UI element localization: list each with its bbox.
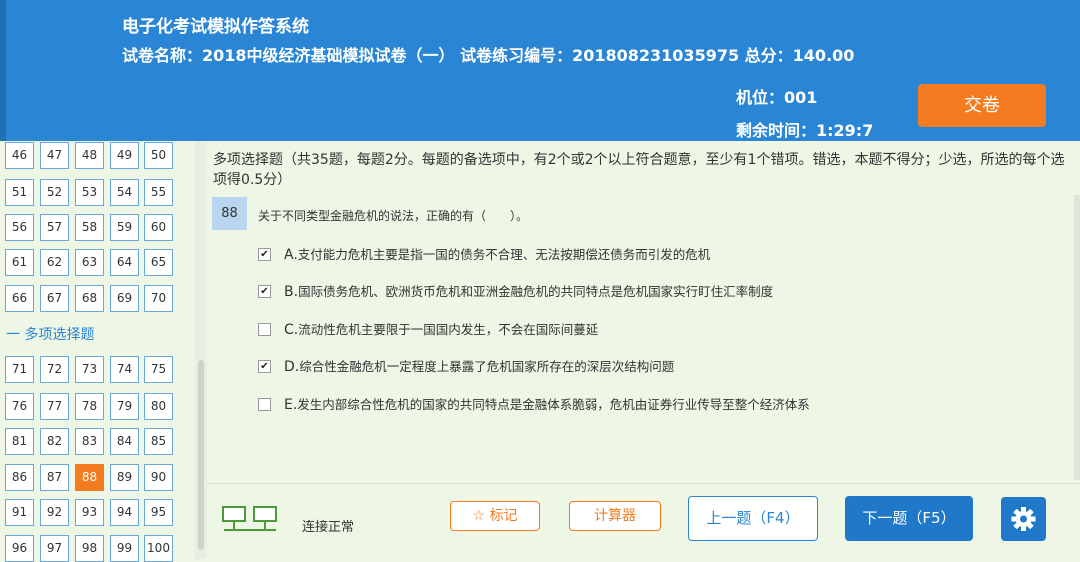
option-letter: E. — [284, 397, 298, 413]
option-letter: D. — [284, 359, 300, 375]
option-text: 国际债务危机、欧洲货币危机和亚洲金融危机的共同特点是危机国家实行盯住汇率制度 — [298, 284, 774, 299]
question-number-86[interactable]: 86 — [5, 464, 34, 491]
question-number-97[interactable]: 97 — [40, 535, 69, 562]
navigator-scroll-thumb[interactable] — [198, 360, 204, 550]
option-checkbox[interactable] — [258, 398, 271, 411]
question-number-50[interactable]: 50 — [144, 142, 173, 169]
question-number-81[interactable]: 81 — [5, 428, 34, 455]
question-number-57[interactable]: 57 — [40, 214, 69, 241]
question-number-89[interactable]: 89 — [110, 464, 139, 491]
question-number-61[interactable]: 61 — [5, 249, 34, 276]
question-number-85[interactable]: 85 — [144, 428, 173, 455]
answer-option-c[interactable]: C.流动性危机主要限于一国国内发生，不会在国际间蔓延 — [258, 319, 598, 338]
question-number-88[interactable]: 88 — [75, 464, 104, 491]
question-text: 关于不同类型金融危机的说法，正确的有（ ）。 — [258, 209, 529, 223]
question-number-79[interactable]: 79 — [110, 393, 139, 420]
question-number-100[interactable]: 100 — [144, 535, 173, 562]
header-accent — [0, 0, 6, 141]
settings-button[interactable] — [1001, 497, 1046, 541]
paper-info: 试卷名称：2018中级经济基础模拟试卷（一） 试卷练习编号：2018082310… — [122, 46, 855, 65]
question-number-77[interactable]: 77 — [40, 393, 69, 420]
previous-question-button[interactable]: 上一题（F4） — [688, 496, 818, 541]
connection-status: 连接正常 — [302, 520, 355, 535]
question-number-96[interactable]: 96 — [5, 535, 34, 562]
section-label-multiple-choice[interactable]: 一 多项选择题 — [6, 324, 94, 344]
question-number-49[interactable]: 49 — [110, 142, 139, 169]
question-number-67[interactable]: 67 — [40, 285, 69, 312]
answer-option-a[interactable]: ✔ A.支付能力危机主要是指一国的债务不合理、无法按期偿还债务而引发的危机 — [258, 244, 710, 263]
next-question-button[interactable]: 下一题（F5） — [845, 496, 973, 541]
question-number-69[interactable]: 69 — [110, 285, 139, 312]
question-number-76[interactable]: 76 — [5, 393, 34, 420]
question-number-58[interactable]: 58 — [75, 214, 104, 241]
question-number-54[interactable]: 54 — [110, 179, 139, 206]
answer-option-e[interactable]: E.发生内部综合性危机的国家的共同特点是金融体系脆弱，危机由证券行业传导至整个经… — [258, 394, 810, 413]
question-number-47[interactable]: 47 — [40, 142, 69, 169]
question-number-87[interactable]: 87 — [40, 464, 69, 491]
question-number-52[interactable]: 52 — [40, 179, 69, 206]
question-number-56[interactable]: 56 — [5, 214, 34, 241]
option-checkbox[interactable] — [258, 323, 271, 336]
mark-button[interactable]: ☆ 标记 — [450, 501, 540, 531]
question-number-80[interactable]: 80 — [144, 393, 173, 420]
question-number-74[interactable]: 74 — [110, 356, 139, 383]
question-number-65[interactable]: 65 — [144, 249, 173, 276]
question-number-70[interactable]: 70 — [144, 285, 173, 312]
question-number-98[interactable]: 98 — [75, 535, 104, 562]
question-number-63[interactable]: 63 — [75, 249, 104, 276]
network-icon — [222, 506, 277, 531]
question-number-64[interactable]: 64 — [110, 249, 139, 276]
question-number-62[interactable]: 62 — [40, 249, 69, 276]
question-number-90[interactable]: 90 — [144, 464, 173, 491]
question-scrollbar[interactable] — [1074, 195, 1080, 480]
question-number-82[interactable]: 82 — [40, 428, 69, 455]
question-number-59[interactable]: 59 — [110, 214, 139, 241]
system-title: 电子化考试模拟作答系统 — [122, 17, 309, 37]
question-number-71[interactable]: 71 — [5, 356, 34, 383]
question-number-72[interactable]: 72 — [40, 356, 69, 383]
question-number-84[interactable]: 84 — [110, 428, 139, 455]
question-number-55[interactable]: 55 — [144, 179, 173, 206]
question-number-51[interactable]: 51 — [5, 179, 34, 206]
seat-number: 机位：001 — [736, 88, 818, 107]
question-number-93[interactable]: 93 — [75, 499, 104, 526]
question-number-99[interactable]: 99 — [110, 535, 139, 562]
answer-option-b[interactable]: ✔ B.国际债务危机、欧洲货币危机和亚洲金融危机的共同特点是危机国家实行盯住汇率制… — [258, 281, 773, 300]
question-number-badge: 88 — [212, 197, 247, 230]
submit-exam-button[interactable]: 交卷 — [918, 84, 1046, 127]
option-checkbox[interactable]: ✔ — [258, 248, 271, 261]
gear-icon — [1011, 507, 1036, 531]
question-number-94[interactable]: 94 — [110, 499, 139, 526]
option-text: 发生内部综合性危机的国家的共同特点是金融体系脆弱，危机由证券行业传导至整个经济体… — [297, 397, 810, 412]
question-number-83[interactable]: 83 — [75, 428, 104, 455]
question-number-53[interactable]: 53 — [75, 179, 104, 206]
question-number-75[interactable]: 75 — [144, 356, 173, 383]
calculator-button[interactable]: 计算器 — [569, 501, 661, 531]
time-remaining: 剩余时间：1:29:7 — [736, 121, 874, 140]
option-checkbox[interactable]: ✔ — [258, 360, 271, 373]
option-text: 支付能力危机主要是指一国的债务不合理、无法按期偿还债务而引发的危机 — [297, 247, 711, 262]
option-checkbox[interactable]: ✔ — [258, 285, 271, 298]
question-number-91[interactable]: 91 — [5, 499, 34, 526]
option-text: 综合性金融危机一定程度上暴露了危机国家所存在的深层次结构问题 — [299, 359, 675, 374]
question-number-60[interactable]: 60 — [144, 214, 173, 241]
option-text: 流动性危机主要限于一国国内发生，不会在国际间蔓延 — [298, 322, 599, 337]
section-instructions: 多项选择题（共35题，每题2分。每题的备选项中，有2个或2个以上符合题意，至少有… — [213, 152, 1065, 188]
question-number-95[interactable]: 95 — [144, 499, 173, 526]
option-letter: A. — [284, 247, 298, 263]
question-number-48[interactable]: 48 — [75, 142, 104, 169]
option-letter: C. — [284, 322, 299, 338]
question-number-73[interactable]: 73 — [75, 356, 104, 383]
question-number-68[interactable]: 68 — [75, 285, 104, 312]
question-number-92[interactable]: 92 — [40, 499, 69, 526]
question-number-46[interactable]: 46 — [5, 142, 34, 169]
option-letter: B. — [284, 284, 299, 300]
question-number-66[interactable]: 66 — [5, 285, 34, 312]
answer-option-d[interactable]: ✔ D.综合性金融危机一定程度上暴露了危机国家所存在的深层次结构问题 — [258, 356, 674, 375]
question-number-78[interactable]: 78 — [75, 393, 104, 420]
